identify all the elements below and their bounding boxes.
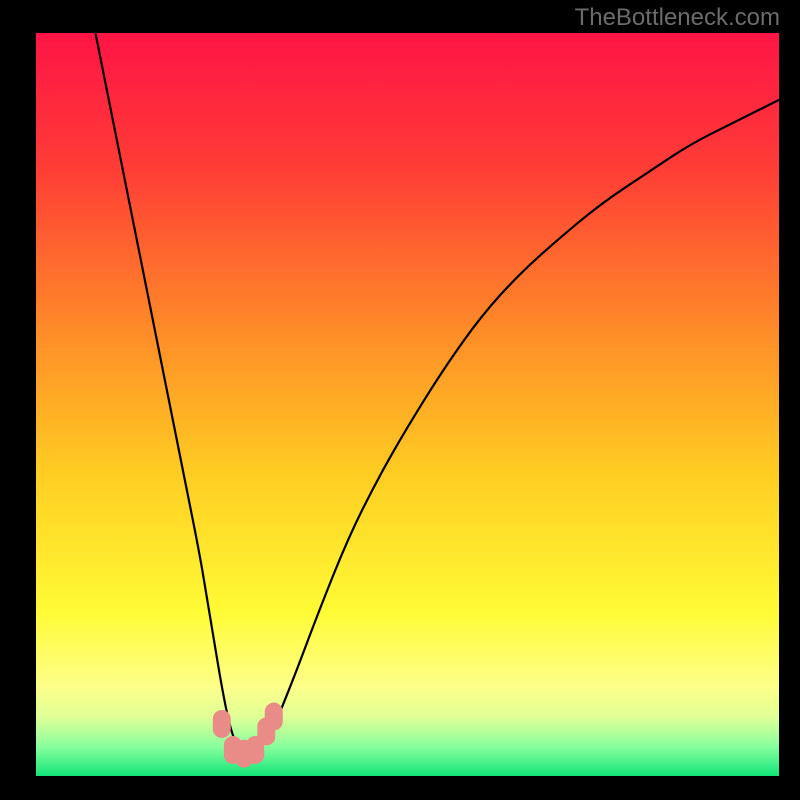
chart-frame: TheBottleneck.com (0, 0, 800, 800)
well-marker (265, 703, 283, 731)
plot-area (36, 33, 779, 776)
curve-layer (36, 33, 779, 776)
bottleneck-curve (95, 33, 779, 754)
watermark-text: TheBottleneck.com (575, 4, 780, 32)
well-markers (213, 703, 283, 768)
well-marker (213, 710, 231, 738)
